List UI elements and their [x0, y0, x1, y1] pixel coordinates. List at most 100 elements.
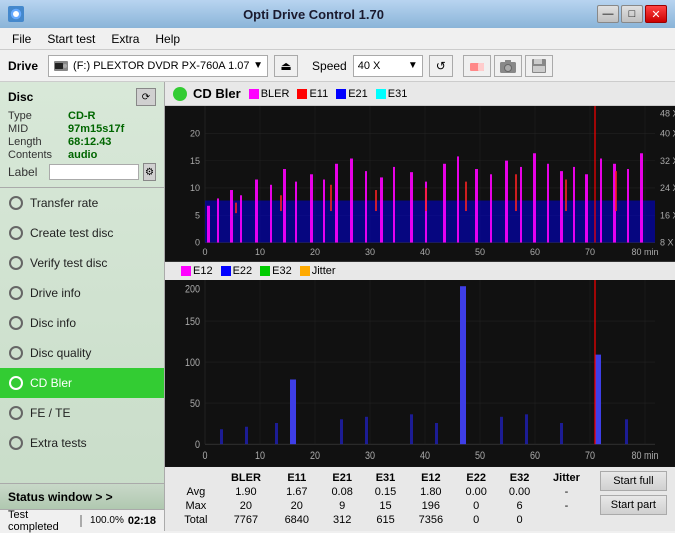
legend-e22-color: [221, 266, 231, 276]
disc-title: Disc: [8, 90, 33, 104]
sidebar-item-disc-quality[interactable]: Disc quality: [0, 338, 164, 368]
speed-dropdown-arrow: ▼: [408, 60, 418, 71]
disc-type-value: CD-R: [68, 110, 96, 122]
svg-text:70: 70: [585, 247, 595, 257]
svg-text:30: 30: [365, 247, 375, 257]
fe-te-icon: [8, 405, 24, 421]
svg-text:100: 100: [185, 357, 200, 369]
disc-mid-value: 97m15s17f: [68, 123, 124, 135]
legend-e32: E32: [260, 265, 292, 277]
camera-button[interactable]: [494, 55, 522, 77]
minimize-button[interactable]: —: [597, 5, 619, 23]
refresh-button[interactable]: ↺: [429, 55, 453, 77]
legend-e21-label: E21: [348, 88, 368, 100]
disc-label-key: Label: [8, 165, 49, 179]
eraser-button[interactable]: [463, 55, 491, 77]
sidebar-item-disc-info[interactable]: Disc info: [0, 308, 164, 338]
status-bar: Test completed 100.0% 02:18: [0, 509, 164, 531]
table-buttons: Start full Start part: [600, 471, 667, 515]
table-row-avg: Avg 1.90 1.67 0.08 0.15 1.80 0.00 0.00 -: [173, 485, 592, 499]
disc-label-row: Label ⚙: [8, 163, 156, 181]
row-total-e11: 6840: [273, 513, 320, 527]
drive-dropdown-arrow: ▼: [253, 60, 263, 71]
row-total-jitter: [541, 513, 592, 527]
sidebar-item-extra-tests-label: Extra tests: [30, 436, 87, 450]
svg-text:20: 20: [190, 128, 200, 138]
sidebar-menu: Transfer rate Create test disc Verify te…: [0, 188, 164, 483]
row-total-e22: 0: [455, 513, 498, 527]
close-button[interactable]: ✕: [645, 5, 667, 23]
menu-extra[interactable]: Extra: [103, 30, 147, 48]
main-layout: Disc ⟳ Type CD-R MID 97m15s17f Length 68…: [0, 82, 675, 531]
chart-title: CD Bler: [193, 86, 241, 101]
sidebar-item-drive-info-label: Drive info: [30, 286, 81, 300]
svg-text:50: 50: [475, 247, 485, 257]
col-header-bler: BLER: [219, 471, 273, 485]
save-button[interactable]: [525, 55, 553, 77]
legend-e12-color: [181, 266, 191, 276]
svg-text:48 X: 48 X: [660, 108, 675, 118]
top-chart-svg: 0 5 10 15 20 8 X 16 X 24 X 32 X 40 X 48 …: [165, 106, 675, 261]
sidebar-item-drive-info[interactable]: Drive info: [0, 278, 164, 308]
start-full-button[interactable]: Start full: [600, 471, 667, 491]
disc-mid-row: MID 97m15s17f: [8, 123, 156, 135]
row-max-e32: 6: [498, 499, 541, 513]
row-total-e32: 0: [498, 513, 541, 527]
legend-e31: E31: [376, 88, 408, 100]
sidebar-item-verify-test-disc-label: Verify test disc: [30, 256, 107, 270]
bottom-chart-svg: 0 50 100 150 200 0 10 20 30 40 50 60 70 …: [165, 280, 675, 467]
svg-text:60: 60: [530, 451, 540, 463]
sidebar-item-disc-quality-label: Disc quality: [30, 346, 91, 360]
disc-label-input[interactable]: [49, 164, 139, 180]
svg-text:150: 150: [185, 316, 200, 328]
eject-button[interactable]: ⏏: [274, 55, 298, 77]
transfer-rate-icon: [8, 195, 24, 211]
sidebar: Disc ⟳ Type CD-R MID 97m15s17f Length 68…: [0, 82, 165, 531]
svg-text:20: 20: [310, 451, 320, 463]
status-window-label: Status window > >: [8, 490, 113, 504]
table-row-max: Max 20 20 9 15 196 0 6 -: [173, 499, 592, 513]
sidebar-item-disc-info-label: Disc info: [30, 316, 76, 330]
sidebar-item-fe-te[interactable]: FE / TE: [0, 398, 164, 428]
disc-refresh-button[interactable]: ⟳: [136, 88, 156, 106]
svg-text:40: 40: [420, 247, 430, 257]
disc-contents-value: audio: [68, 149, 97, 161]
col-header-empty: [173, 471, 219, 485]
svg-text:20: 20: [310, 247, 320, 257]
legend-bler-label: BLER: [261, 88, 290, 100]
chart-header: CD Bler BLER E11 E21 E31: [165, 82, 675, 106]
menu-start-test[interactable]: Start test: [39, 30, 103, 48]
sidebar-item-verify-test-disc[interactable]: Verify test disc: [0, 248, 164, 278]
status-window-button[interactable]: Status window > >: [0, 483, 164, 509]
row-total-bler: 7767: [219, 513, 273, 527]
create-test-disc-icon: [8, 225, 24, 241]
col-header-e21: E21: [320, 471, 363, 485]
legend-e22: E22: [221, 265, 253, 277]
drive-value: (F:) PLEXTOR DVDR PX-760A 1.07: [73, 60, 249, 72]
sidebar-item-transfer-rate[interactable]: Transfer rate: [0, 188, 164, 218]
row-avg-bler: 1.90: [219, 485, 273, 499]
drive-selector[interactable]: (F:) PLEXTOR DVDR PX-760A 1.07 ▼: [48, 55, 268, 77]
legend-e31-color: [376, 89, 386, 99]
disc-panel: Disc ⟳ Type CD-R MID 97m15s17f Length 68…: [0, 82, 164, 188]
top-legend: BLER E11 E21 E31: [249, 88, 408, 100]
sidebar-item-create-test-disc[interactable]: Create test disc: [0, 218, 164, 248]
menu-bar: File Start test Extra Help: [0, 28, 675, 50]
maximize-button[interactable]: □: [621, 5, 643, 23]
sidebar-item-cd-bler[interactable]: CD Bler: [0, 368, 164, 398]
speed-selector[interactable]: 40 X ▼: [353, 55, 423, 77]
start-part-button[interactable]: Start part: [600, 495, 667, 515]
disc-type-row: Type CD-R: [8, 110, 156, 122]
svg-text:10: 10: [255, 451, 265, 463]
disc-label-settings-button[interactable]: ⚙: [143, 163, 156, 181]
menu-help[interactable]: Help: [147, 30, 188, 48]
menu-file[interactable]: File: [4, 30, 39, 48]
col-header-jitter: Jitter: [541, 471, 592, 485]
legend-e32-label: E32: [272, 265, 292, 277]
svg-text:16 X: 16 X: [660, 210, 675, 220]
sidebar-item-extra-tests[interactable]: Extra tests: [0, 428, 164, 458]
legend-e21-color: [336, 89, 346, 99]
legend-jitter-label: Jitter: [312, 265, 336, 277]
title-bar: Opti Drive Control 1.70 — □ ✕: [0, 0, 675, 28]
app-icon: [8, 6, 24, 22]
